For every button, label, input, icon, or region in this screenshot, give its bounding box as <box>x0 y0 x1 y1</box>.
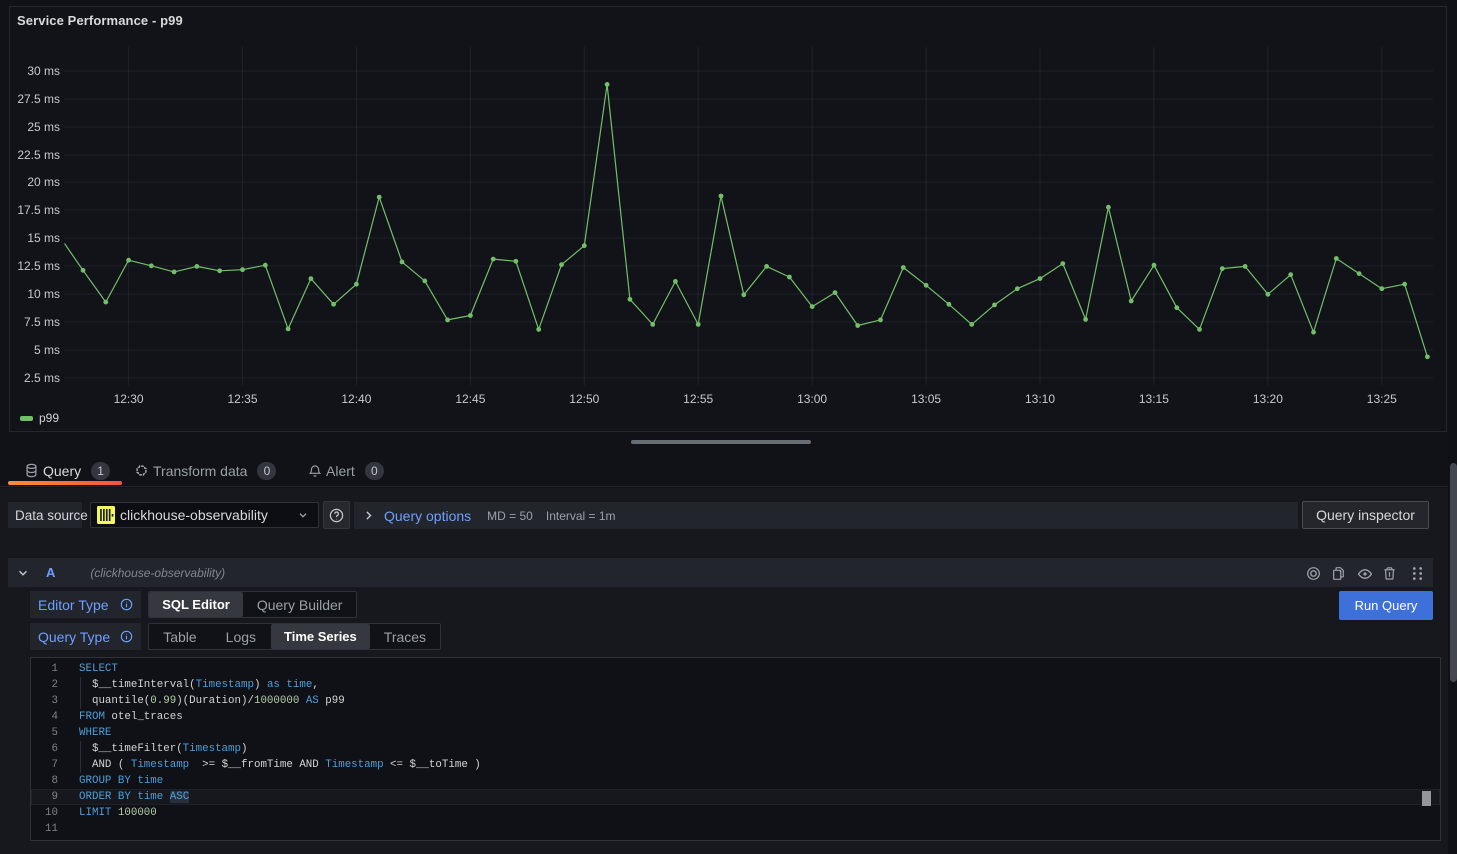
svg-text:12:35: 12:35 <box>227 392 257 406</box>
svg-text:7.5 ms: 7.5 ms <box>24 315 60 329</box>
svg-text:15 ms: 15 ms <box>27 231 60 245</box>
svg-text:20 ms: 20 ms <box>27 175 60 189</box>
svg-text:12:40: 12:40 <box>341 392 371 406</box>
svg-text:13:25: 13:25 <box>1367 392 1397 406</box>
svg-text:10 ms: 10 ms <box>27 287 60 301</box>
svg-text:13:00: 13:00 <box>797 392 827 406</box>
svg-text:13:15: 13:15 <box>1139 392 1169 406</box>
svg-text:12:30: 12:30 <box>114 392 144 406</box>
svg-text:12:55: 12:55 <box>683 392 713 406</box>
svg-text:27.5 ms: 27.5 ms <box>17 92 60 106</box>
svg-text:12:50: 12:50 <box>569 392 599 406</box>
svg-text:25 ms: 25 ms <box>27 120 60 134</box>
svg-text:12:45: 12:45 <box>455 392 485 406</box>
svg-text:2.5 ms: 2.5 ms <box>24 371 60 385</box>
svg-text:17.5 ms: 17.5 ms <box>17 203 60 217</box>
svg-text:5 ms: 5 ms <box>34 343 60 357</box>
svg-text:13:10: 13:10 <box>1025 392 1055 406</box>
svg-text:13:05: 13:05 <box>911 392 941 406</box>
svg-text:22.5 ms: 22.5 ms <box>17 148 60 162</box>
svg-text:30 ms: 30 ms <box>27 64 60 78</box>
svg-text:13:20: 13:20 <box>1253 392 1283 406</box>
svg-text:12.5 ms: 12.5 ms <box>17 259 60 273</box>
